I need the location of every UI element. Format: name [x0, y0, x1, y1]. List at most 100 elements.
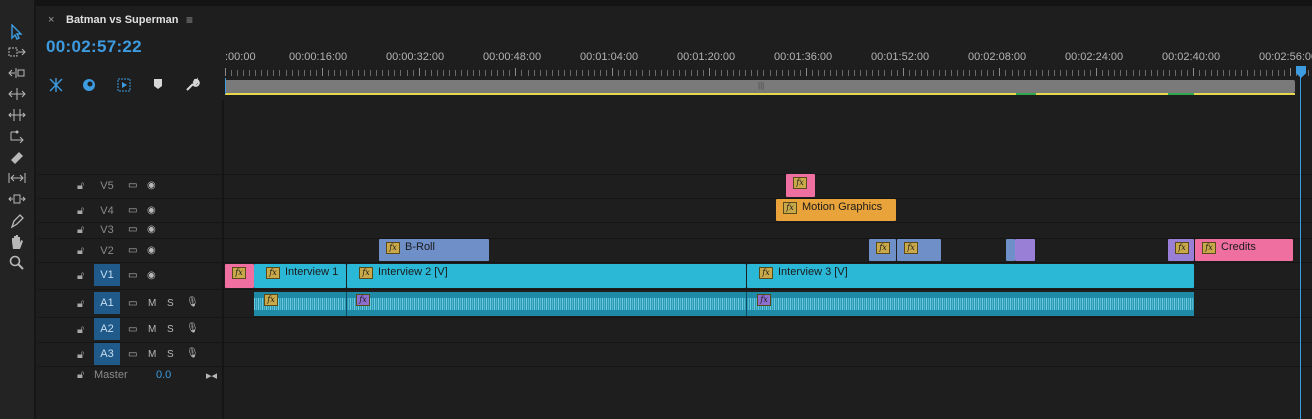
sequence-tab[interactable]: × Batman vs Superman ≡ — [38, 8, 1312, 32]
ruler-tick — [364, 70, 366, 76]
clip-v2-broll-4[interactable] — [1006, 239, 1015, 261]
wrench-icon[interactable] — [183, 77, 201, 93]
lock-icon[interactable]: 🔓︎ — [77, 180, 84, 193]
ruler-tick — [267, 70, 269, 76]
ruler-tick — [1035, 70, 1037, 76]
lock-icon[interactable]: 🔓︎ — [77, 224, 84, 237]
playhead-timecode[interactable]: 00:02:57:22 — [46, 37, 142, 57]
lock-icon[interactable]: 🔓︎ — [77, 349, 84, 362]
razor-icon[interactable] — [7, 150, 27, 168]
panel-menu-icon[interactable]: ≡ — [186, 13, 193, 27]
ruler-tick — [231, 70, 233, 76]
audio-clip-a1[interactable]: fx fx fx — [254, 292, 1194, 316]
clip-b-roll[interactable]: fx B-Roll — [379, 239, 489, 261]
clip-label: Motion Graphics — [802, 201, 883, 213]
slide-tool-icon[interactable] — [7, 171, 27, 189]
pen-icon[interactable] — [7, 213, 27, 231]
clip-credits[interactable]: fx Credits — [1195, 239, 1293, 261]
lock-icon[interactable]: 🔓︎ — [77, 270, 84, 283]
ruler-tick — [781, 70, 783, 76]
work-area-grip-icon[interactable]: ||| — [758, 81, 764, 90]
clip-v5-graphic[interactable]: fx — [786, 174, 815, 197]
sync-lock-icon[interactable]: ▭ — [128, 205, 137, 216]
microphone-icon[interactable]: 🎙︎ — [186, 297, 199, 308]
eye-icon[interactable]: ◉ — [147, 270, 156, 281]
lock-icon[interactable]: 🔓︎ — [77, 369, 84, 382]
lock-icon[interactable]: 🔓︎ — [77, 324, 84, 337]
clip-v2-purple-2[interactable]: fx — [1168, 239, 1194, 261]
work-area-bar[interactable]: ||| — [225, 80, 1295, 93]
playhead-line[interactable] — [1300, 74, 1301, 419]
track-name[interactable]: A1 — [94, 292, 120, 314]
hand-icon[interactable] — [7, 234, 27, 252]
sync-lock-icon[interactable]: ▭ — [128, 298, 137, 309]
clip-v2-broll-2[interactable]: fx — [869, 239, 896, 261]
eye-icon[interactable]: ◉ — [147, 205, 156, 216]
eye-icon[interactable]: ◉ — [147, 224, 156, 235]
close-tab-icon[interactable]: × — [48, 14, 54, 26]
mute-button[interactable]: M — [148, 349, 156, 360]
lock-icon[interactable]: 🔓︎ — [77, 205, 84, 218]
fx-badge: fx — [1175, 242, 1189, 254]
selection-tool-icon[interactable] — [7, 23, 27, 42]
rolling-edit-icon[interactable] — [7, 87, 27, 105]
microphone-icon[interactable]: 🎙︎ — [186, 323, 199, 334]
track-name[interactable]: V3 — [94, 224, 120, 236]
ruler-tick — [539, 70, 541, 76]
sync-lock-icon[interactable]: ▭ — [128, 245, 137, 256]
track-name[interactable]: A2 — [94, 318, 120, 340]
rate-stretch-icon[interactable] — [7, 108, 27, 126]
track-name[interactable]: A3 — [94, 343, 120, 365]
ruler-tick — [1289, 68, 1291, 76]
track-name[interactable]: V4 — [94, 205, 120, 217]
sync-lock-icon[interactable]: ▭ — [128, 224, 137, 235]
go-to-edit-icon[interactable]: ▸◂ — [206, 369, 217, 382]
ruler-tick — [588, 70, 589, 76]
mute-button[interactable]: M — [148, 298, 156, 309]
clip-v1-intro[interactable]: fx — [225, 264, 254, 288]
lock-icon[interactable]: 🔓︎ — [77, 298, 84, 311]
track-name[interactable]: V2 — [94, 245, 120, 257]
solo-button[interactable]: S — [167, 349, 174, 360]
clip-interview-2[interactable]: fx Interview 2 [V] — [347, 264, 746, 288]
zoom-icon[interactable] — [7, 255, 27, 273]
ruler-tick — [733, 70, 735, 76]
ruler-tick — [594, 70, 596, 76]
eye-icon[interactable]: ◉ — [147, 180, 156, 191]
clip-v2-broll-3[interactable]: fx — [897, 239, 941, 261]
mute-button[interactable]: M — [148, 324, 156, 335]
snap-icon[interactable] — [47, 77, 65, 93]
add-marker-icon[interactable] — [115, 77, 133, 93]
track-header-divider — [222, 100, 224, 419]
ruler-tick — [811, 70, 813, 76]
slide-arrows-icon[interactable] — [7, 192, 27, 210]
ruler-tick — [715, 70, 717, 76]
sync-lock-icon[interactable]: ▭ — [128, 180, 137, 191]
ruler-tick — [1277, 70, 1279, 76]
marker-icon[interactable] — [149, 77, 167, 93]
eye-icon[interactable]: ◉ — [147, 245, 156, 256]
microphone-icon[interactable]: 🎙︎ — [186, 348, 199, 359]
master-volume-value[interactable]: 0.0 — [156, 369, 171, 381]
clip-motion-graphics[interactable]: fx Motion Graphics — [776, 199, 896, 221]
track-name[interactable]: V1 — [94, 264, 120, 286]
sync-lock-icon[interactable]: ▭ — [128, 270, 137, 281]
linked-selection-icon[interactable] — [80, 77, 98, 93]
sync-lock-icon[interactable]: ▭ — [128, 324, 137, 335]
track-name[interactable]: V5 — [94, 180, 120, 192]
clip-interview-3[interactable]: fx Interview 3 [V] — [747, 264, 1194, 288]
sequence-start-marker — [225, 78, 226, 94]
track-select-icon[interactable] — [7, 45, 27, 63]
clip-v2-purple-1[interactable] — [1015, 239, 1035, 261]
slip-tool-icon[interactable] — [7, 129, 27, 147]
ripple-edit-icon[interactable] — [7, 66, 27, 84]
time-ruler[interactable]: :00:00 00:00:16:00 00:00:32:00 00:00:48:… — [225, 48, 1312, 78]
ruler-tick — [1126, 70, 1128, 76]
solo-button[interactable]: S — [167, 298, 174, 309]
lock-icon[interactable]: 🔓︎ — [77, 245, 84, 258]
clip-interview-1[interactable]: fx Interview 1 — [254, 264, 346, 288]
ruler-tick — [376, 70, 378, 76]
solo-button[interactable]: S — [167, 324, 174, 335]
sync-lock-icon[interactable]: ▭ — [128, 349, 137, 360]
ruler-tick — [1047, 70, 1049, 76]
